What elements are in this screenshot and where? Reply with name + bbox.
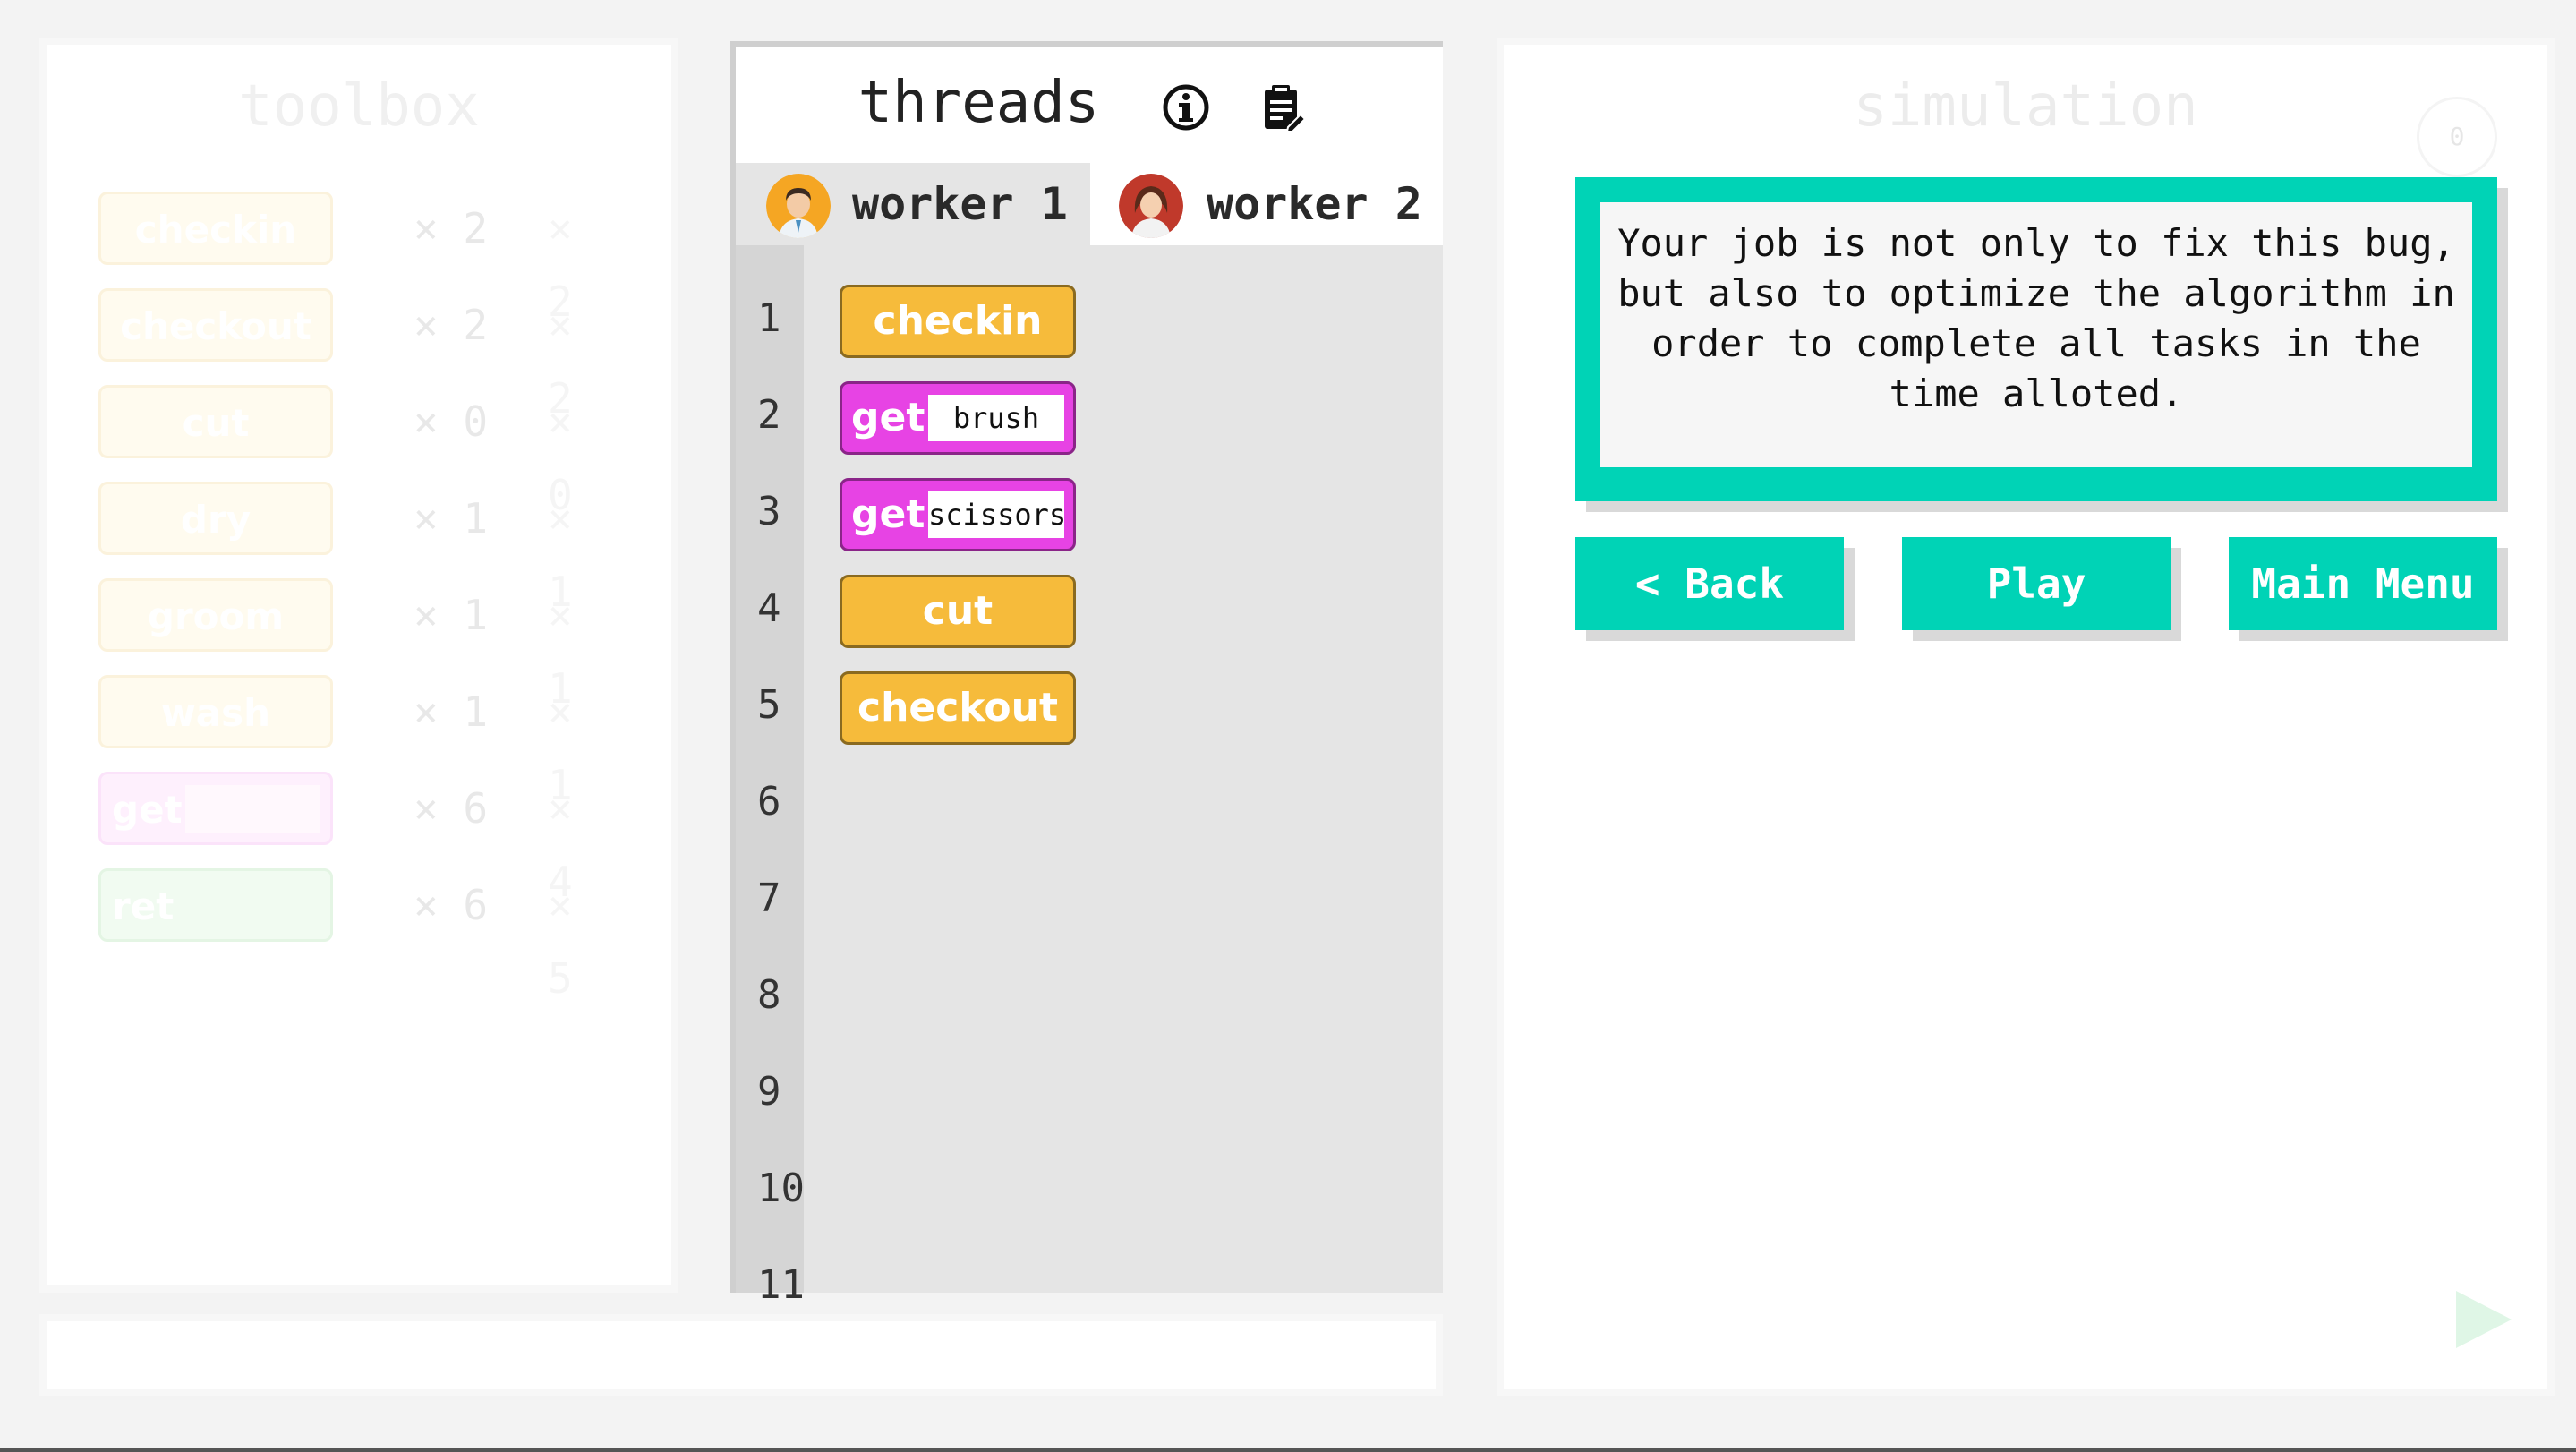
toolbox-limit: × 5 bbox=[548, 881, 573, 1003]
toolbox-block-slot bbox=[185, 785, 320, 833]
line-number: 9 bbox=[757, 1069, 781, 1115]
line-number: 3 bbox=[757, 489, 781, 534]
toolbox-item[interactable]: ret × 6 × 5 bbox=[98, 868, 618, 1003]
message-dialog: Your job is not only to fix this bug, bu… bbox=[1575, 177, 2497, 501]
toolbox-item[interactable]: dry × 1 × 1 bbox=[98, 482, 618, 616]
line-number: 8 bbox=[757, 972, 781, 1018]
toolbox-title: toolbox bbox=[238, 73, 480, 140]
toolbox-block-ret[interactable]: ret bbox=[98, 868, 333, 942]
worker-tabs: worker 1 worker 2 bbox=[736, 163, 1443, 245]
toolbox-item[interactable]: checkin × 2 × 2 bbox=[98, 192, 618, 326]
tab-label: worker 1 bbox=[852, 178, 1068, 230]
toolbox-count: × 1 bbox=[414, 688, 489, 736]
line-number: 6 bbox=[757, 779, 781, 824]
line-number: 2 bbox=[757, 392, 781, 438]
back-button[interactable]: < Back bbox=[1575, 537, 1844, 630]
line-number: 11 bbox=[757, 1262, 805, 1308]
toolbox-count: × 1 bbox=[414, 494, 489, 542]
toolbox-count: × 0 bbox=[414, 397, 489, 446]
main-menu-button[interactable]: Main Menu bbox=[2229, 537, 2497, 630]
bottom-bar bbox=[39, 1314, 1443, 1396]
toolbox-item[interactable]: get × 6 × 4 bbox=[98, 772, 618, 906]
code-block-checkout[interactable]: checkout bbox=[840, 671, 1076, 745]
toolbox-block-checkout[interactable]: checkout bbox=[98, 288, 333, 362]
code-block-checkin[interactable]: checkin bbox=[840, 285, 1076, 358]
code-block-label: get bbox=[851, 491, 925, 537]
line-number: 1 bbox=[757, 295, 781, 341]
worker-1-avatar bbox=[766, 174, 831, 238]
threads-header: threads bbox=[736, 64, 1443, 136]
code-block-get[interactable]: get scissors bbox=[840, 478, 1076, 551]
tab-worker-1[interactable]: worker 1 bbox=[736, 163, 1090, 245]
line-number: 5 bbox=[757, 682, 781, 728]
line-number: 4 bbox=[757, 585, 781, 631]
simulation-counter: 0 bbox=[2417, 97, 2497, 177]
message-text: Your job is not only to fix this bug, bu… bbox=[1600, 202, 2472, 467]
play-icon[interactable] bbox=[2456, 1291, 2512, 1348]
code-block-label: get bbox=[851, 395, 925, 440]
tab-worker-2[interactable]: worker 2 bbox=[1090, 163, 1443, 245]
threads-panel: threads worker 1 worker 2 1 2 3 4 5 6 7 … bbox=[730, 41, 1443, 1308]
code-block-arg[interactable]: scissors bbox=[928, 491, 1066, 538]
toolbox-item[interactable]: cut × 0 × 0 bbox=[98, 385, 618, 519]
toolbox-block-label: get bbox=[112, 788, 183, 832]
simulation-panel: simulation 0 Your job is not only to fix… bbox=[1497, 38, 2555, 1396]
threads-title: threads bbox=[857, 70, 1100, 137]
line-number-gutter: 1 2 3 4 5 6 7 8 9 10 11 bbox=[736, 245, 805, 1308]
code-block-arg[interactable]: brush bbox=[928, 395, 1064, 441]
toolbox-block-label: ret bbox=[112, 884, 175, 928]
toolbox-count: × 6 bbox=[414, 784, 489, 833]
toolbox-block-get[interactable]: get bbox=[98, 772, 333, 845]
toolbox-item[interactable]: checkout × 2 × 2 bbox=[98, 288, 618, 423]
tab-label: worker 2 bbox=[1207, 178, 1422, 230]
line-number: 7 bbox=[757, 875, 781, 921]
toolbox-block-cut[interactable]: cut bbox=[98, 385, 333, 458]
toolbox-block-wash[interactable]: wash bbox=[98, 675, 333, 748]
toolbox-count: × 6 bbox=[414, 881, 489, 929]
toolbox-panel: toolbox checkin × 2 × 2 checkout × 2 × 2… bbox=[39, 38, 678, 1293]
toolbox-item[interactable]: groom × 1 × 1 bbox=[98, 578, 618, 713]
toolbox-item[interactable]: wash × 1 × 1 bbox=[98, 675, 618, 809]
code-block-cut[interactable]: cut bbox=[840, 575, 1076, 648]
toolbox-count: × 1 bbox=[414, 591, 489, 639]
bottom-strip bbox=[0, 1448, 2576, 1452]
play-button[interactable]: Play bbox=[1902, 537, 2171, 630]
worker-2-avatar bbox=[1119, 174, 1183, 238]
toolbox-block-dry[interactable]: dry bbox=[98, 482, 333, 555]
line-number: 10 bbox=[757, 1166, 805, 1211]
toolbox-block-groom[interactable]: groom bbox=[98, 578, 333, 652]
toolbox-count: × 2 bbox=[414, 204, 489, 252]
code-block-get[interactable]: get brush bbox=[840, 381, 1076, 455]
toolbox-count: × 2 bbox=[414, 301, 489, 349]
toolbox-block-checkin[interactable]: checkin bbox=[98, 192, 333, 265]
simulation-title: simulation bbox=[1853, 73, 2198, 140]
info-icon[interactable] bbox=[1161, 78, 1211, 131]
clipboard-icon[interactable] bbox=[1258, 78, 1308, 133]
